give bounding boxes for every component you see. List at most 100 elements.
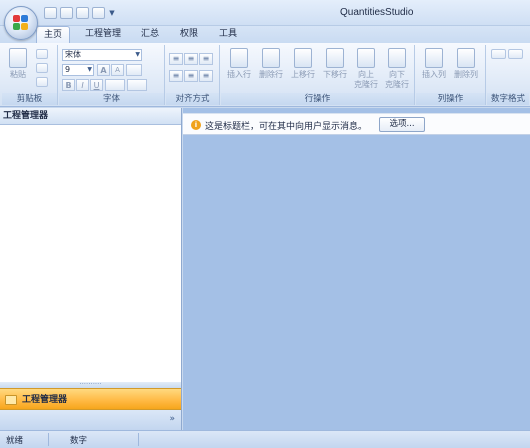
message-text: 这是标题栏，可在其中向用户显示消息。: [205, 122, 368, 132]
move-row-up-icon: [294, 48, 312, 68]
font-color-icon[interactable]: [127, 79, 147, 91]
group-font: 宋体 ▼ 9 ▼ A A B I U 字体: [59, 45, 165, 105]
alignment-group-label: 对齐方式: [166, 93, 219, 105]
nav-item-project-manager[interactable]: 工程管理器: [0, 388, 181, 410]
paste-button[interactable]: 粘贴: [4, 48, 32, 90]
clear-format-icon[interactable]: [126, 64, 142, 76]
column-operations-group-label: 列操作: [416, 93, 485, 105]
increase-decimal-icon[interactable]: [491, 49, 506, 59]
expand-chevron-icon[interactable]: »: [169, 414, 175, 424]
tab-tools[interactable]: 工具: [212, 26, 244, 43]
delete-row-button[interactable]: 删除行: [257, 48, 285, 90]
status-bar: 就绪 数字: [0, 430, 530, 448]
project-manager-panel: 工程管理器 ·········· 工程管理器 »: [0, 108, 182, 430]
nav-item-label: 工程管理器: [22, 395, 68, 405]
ribbon-tabs: 主页 工程管理 汇总 权限 工具: [0, 26, 530, 43]
chevron-down-icon: ▼: [87, 66, 92, 73]
move-row-down-icon: [326, 48, 344, 68]
move-row-up-button[interactable]: 上移行: [289, 48, 317, 90]
chevron-down-icon: ▼: [135, 51, 140, 58]
print-icon[interactable]: [92, 7, 105, 19]
bold-button[interactable]: B: [62, 79, 75, 91]
clone-row-down-icon: [388, 48, 406, 68]
clone-row-down-button[interactable]: 向下 克隆行: [383, 48, 411, 90]
application-menu-button[interactable]: [4, 6, 38, 40]
tab-home[interactable]: 主页: [36, 26, 71, 43]
copy-icon[interactable]: [36, 63, 48, 73]
open-folder-icon[interactable]: [60, 7, 73, 19]
paste-icon: [9, 48, 27, 68]
delete-column-label: 删除列: [454, 70, 478, 79]
align-top-icon[interactable]: ≡: [169, 53, 183, 65]
delete-row-icon: [262, 48, 280, 68]
title-bar: ▼ QuantitiesStudio: [0, 0, 530, 26]
app-title: QuantitiesStudio: [340, 7, 414, 18]
highlight-color-icon[interactable]: [105, 79, 125, 91]
message-bar: i 这是标题栏，可在其中向用户显示消息。 选项...: [183, 113, 530, 135]
panel-title: 工程管理器: [0, 108, 181, 125]
insert-row-icon: [230, 48, 248, 68]
group-alignment: ≡ ≡ ≡ ≡ ≡ ≡ 对齐方式: [166, 45, 220, 105]
group-row-operations: 插入行 删除行 上移行 下移行 向上 克隆行 向下 克隆行 行操作: [221, 45, 415, 105]
align-center-icon[interactable]: ≡: [184, 70, 198, 82]
tab-summary[interactable]: 汇总: [134, 26, 166, 43]
save-icon[interactable]: [76, 7, 89, 19]
italic-button[interactable]: I: [76, 79, 89, 91]
delete-column-button[interactable]: 删除列: [452, 48, 480, 90]
status-ready: 就绪: [6, 436, 24, 446]
font-name-value: 宋体: [65, 50, 81, 59]
status-divider: [48, 433, 49, 446]
clipboard-group-label: 剪贴板: [2, 93, 57, 105]
status-mode: 数字: [70, 436, 88, 446]
group-clipboard: 粘贴 剪贴板: [2, 45, 58, 105]
clone-row-up-label2: 克隆行: [354, 80, 378, 89]
tab-project-management[interactable]: 工程管理: [78, 26, 128, 43]
insert-column-icon: [425, 48, 443, 68]
format-painter-icon[interactable]: [36, 77, 48, 87]
insert-column-button[interactable]: 插入列: [420, 48, 448, 90]
folder-icon: [5, 395, 17, 405]
shrink-font-button[interactable]: A: [111, 64, 124, 76]
number-format-group-label: 数字格式: [487, 93, 529, 105]
main-workspace: i 这是标题栏，可在其中向用户显示消息。 选项...: [183, 108, 530, 430]
insert-row-button[interactable]: 插入行: [225, 48, 253, 90]
insert-row-label: 插入行: [227, 70, 251, 79]
panel-footer: »: [0, 410, 181, 430]
new-file-icon[interactable]: [44, 7, 57, 19]
clone-row-up-button[interactable]: 向上 克隆行: [352, 48, 380, 90]
align-right-icon[interactable]: ≡: [199, 70, 213, 82]
options-button[interactable]: 选项...: [379, 117, 425, 132]
group-number-format: 数字格式: [487, 45, 529, 105]
underline-button[interactable]: U: [90, 79, 103, 91]
move-row-down-label: 下移行: [323, 70, 347, 79]
quick-access-toolbar: ▼: [44, 7, 116, 19]
row-operations-group-label: 行操作: [221, 93, 414, 105]
info-icon: i: [191, 120, 201, 130]
customize-quick-access-icon[interactable]: ▼: [108, 7, 116, 19]
paste-label: 粘贴: [10, 70, 26, 79]
decrease-decimal-icon[interactable]: [508, 49, 523, 59]
clone-row-up-label: 向上: [358, 70, 374, 79]
tab-permissions[interactable]: 权限: [173, 26, 205, 43]
move-row-up-label: 上移行: [291, 70, 315, 79]
align-middle-icon[interactable]: ≡: [184, 53, 198, 65]
app-logo-icon: [13, 15, 29, 31]
group-column-operations: 插入列 删除列 列操作: [416, 45, 486, 105]
delete-row-label: 删除行: [259, 70, 283, 79]
cut-icon[interactable]: [36, 49, 48, 59]
move-row-down-button[interactable]: 下移行: [321, 48, 349, 90]
align-bottom-icon[interactable]: ≡: [199, 53, 213, 65]
delete-column-icon: [457, 48, 475, 68]
insert-column-label: 插入列: [422, 70, 446, 79]
font-name-combo[interactable]: 宋体 ▼: [62, 49, 142, 61]
align-left-icon[interactable]: ≡: [169, 70, 183, 82]
clone-row-down-label2: 克隆行: [385, 80, 409, 89]
font-size-value: 9: [65, 65, 71, 74]
font-group-label: 字体: [59, 93, 164, 105]
font-size-combo[interactable]: 9 ▼: [62, 64, 94, 76]
clone-row-up-icon: [357, 48, 375, 68]
status-divider: [138, 433, 139, 446]
clone-row-down-label: 向下: [389, 70, 405, 79]
grow-font-button[interactable]: A: [97, 64, 110, 76]
ribbon: 粘贴 剪贴板 宋体 ▼ 9 ▼ A A B I U 字体 ≡ ≡ ≡ ≡ ≡ ≡…: [0, 43, 530, 107]
